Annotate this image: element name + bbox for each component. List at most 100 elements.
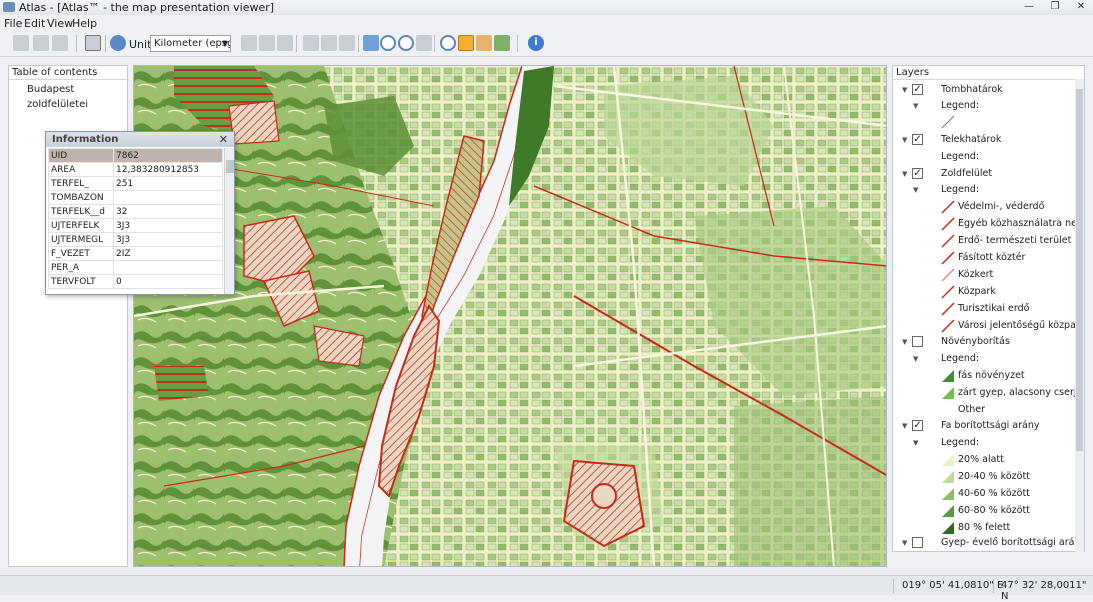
layer-name: Telekhatárok — [941, 134, 1002, 145]
menu-edit[interactable]: Edit — [24, 17, 45, 30]
legend-item-label: Egyéb közhasználatra nem sz — [958, 218, 1084, 229]
info-key: TERFELK__d — [48, 204, 114, 219]
paste-icon[interactable] — [52, 35, 68, 51]
layer-checkbox[interactable]: ✓ — [912, 134, 923, 145]
layers-scrollbar[interactable] — [1075, 79, 1084, 552]
legend-item-label: 80 % felett — [958, 522, 1011, 533]
layer-row[interactable]: ▼ ✓ Zoldfelület — [893, 166, 1073, 182]
expand-icon[interactable]: ▼ — [902, 82, 907, 98]
layers-panel: Layers ▼ ✓ Tombhatárok ▼ Legend: ▼ ✓ Tel… — [892, 65, 1085, 552]
maximize-button[interactable]: ❐ — [1043, 1, 1067, 14]
legend-row: Legend: — [893, 149, 1073, 165]
collapse-icon[interactable]: ▼ — [913, 351, 918, 367]
table-row[interactable]: PER_A — [48, 260, 223, 275]
legend-row: ▼ Legend: — [893, 435, 1073, 451]
layer-row[interactable]: ▼ ✓ Telekhatárok — [893, 132, 1073, 148]
info-key: UID — [48, 148, 114, 163]
red-hatch-swatch — [941, 217, 955, 231]
latitude-readout: 47° 32' 28,0011" N — [1001, 580, 1087, 602]
menu-view[interactable]: View — [47, 17, 73, 30]
table-row[interactable]: UJTERFELK 3J3 — [48, 218, 223, 233]
cut-icon[interactable] — [13, 35, 29, 51]
legend-item-label: 40-60 % között — [958, 488, 1030, 499]
pan-hand-icon[interactable] — [458, 35, 474, 51]
map-view[interactable] — [133, 65, 887, 567]
layer-checkbox[interactable]: ✓ — [912, 84, 923, 95]
layer-row[interactable]: ▼ Gyep- évelő borítottsági arány — [893, 535, 1084, 551]
legend-item-label: 20% alatt — [958, 454, 1004, 465]
legend-label: Legend: — [941, 353, 980, 364]
zoom-tool-icon[interactable] — [440, 35, 456, 51]
layer-row[interactable]: ▼ Növényborítás — [893, 334, 1073, 350]
remove-layer-icon[interactable] — [277, 35, 293, 51]
info-key: PER_A — [48, 260, 114, 275]
legend-item-label: 60-80 % között — [958, 505, 1030, 516]
longitude-readout: 019° 05' 41,0810" E — [902, 580, 1004, 591]
table-row[interactable]: TERFEL_ 251 — [48, 176, 223, 191]
expand-icon[interactable]: ▼ — [902, 166, 907, 182]
about-info-icon[interactable]: i — [528, 35, 544, 51]
import-icon[interactable] — [339, 35, 355, 51]
zoom-extent-icon[interactable] — [363, 35, 379, 51]
info-key: AREA — [48, 162, 114, 177]
collapse-icon[interactable]: ▼ — [913, 182, 918, 198]
expand-icon[interactable]: ▼ — [902, 418, 907, 434]
close-icon[interactable]: ✕ — [219, 133, 228, 146]
zoom-window-icon[interactable] — [416, 35, 432, 51]
layer-checkbox[interactable] — [912, 537, 923, 548]
export-icon[interactable] — [321, 35, 337, 51]
info-value: 0 — [113, 274, 223, 289]
info-value: 2IZ — [113, 246, 223, 261]
expand-icon[interactable]: ▼ — [902, 132, 907, 148]
copy-icon[interactable] — [33, 35, 49, 51]
legend-item: 40-60 % között — [893, 486, 1083, 502]
collapse-icon[interactable]: ▼ — [913, 98, 918, 114]
light-green-swatch — [942, 471, 954, 483]
menu-help[interactable]: Help — [72, 17, 97, 30]
information-scrollbar[interactable] — [224, 148, 234, 294]
menu-bar: File Edit View Help — [0, 15, 1093, 31]
information-title: Information — [46, 132, 234, 147]
zoom-in-icon[interactable] — [380, 35, 396, 51]
add-group-icon[interactable] — [259, 35, 275, 51]
expand-icon[interactable]: ▼ — [902, 535, 907, 551]
toc-item[interactable]: Budapest zoldfelületei — [25, 82, 127, 110]
globe-icon[interactable] — [110, 35, 126, 51]
layer-row[interactable]: ▼ ✓ Fa borítottsági arány — [893, 418, 1073, 434]
layer-row[interactable]: ▼ ✓ Tombhatárok — [893, 82, 1073, 98]
toolbar: Unit: Kilometer (epsg: ▼ i — [0, 31, 1093, 57]
legend-item: Egyéb közhasználatra nem sz — [893, 216, 1084, 232]
information-table: UID 7862 AREA 12,383280912853 TERFEL_ 251 T… — [48, 148, 223, 289]
table-row[interactable]: UID 7862 — [48, 148, 223, 163]
map-canvas[interactable] — [134, 66, 887, 567]
measure-icon[interactable] — [494, 35, 510, 51]
legend-item-label: Városi jelentőségű közpark — [958, 320, 1085, 331]
close-button[interactable]: ✕ — [1069, 1, 1093, 14]
print-icon[interactable] — [303, 35, 319, 51]
layer-checkbox[interactable] — [912, 336, 923, 347]
scroll-thumb[interactable] — [226, 160, 234, 173]
table-row[interactable]: TERFELK__d 32 — [48, 204, 223, 219]
layer-checkbox[interactable]: ✓ — [912, 420, 923, 431]
menu-file[interactable]: File — [4, 17, 22, 30]
minimize-button[interactable]: — — [1017, 1, 1041, 14]
table-row[interactable]: UJTERMEGL 3J3 — [48, 232, 223, 247]
info-value: 251 — [113, 176, 223, 191]
legend-swatch-row — [893, 114, 1073, 130]
table-row[interactable]: F_VEZET 2IZ — [48, 246, 223, 261]
select-info-icon[interactable] — [476, 35, 492, 51]
expand-icon[interactable]: ▼ — [902, 334, 907, 350]
table-row[interactable]: AREA 12,383280912853 — [48, 162, 223, 177]
information-window[interactable]: Information ✕ UID 7862 AREA 12,38328091285… — [45, 131, 235, 295]
legend-item: Közpark — [893, 284, 1083, 300]
unit-select[interactable]: Kilometer (epsg: ▼ — [150, 35, 231, 52]
add-layer-icon[interactable] — [241, 35, 257, 51]
collapse-icon[interactable]: ▼ — [913, 435, 918, 451]
table-of-contents-icon[interactable] — [85, 35, 101, 51]
table-row[interactable]: TOMBAZON — [48, 190, 223, 205]
legend-item: Városi jelentőségű közpark — [893, 318, 1085, 334]
table-row[interactable]: TERVFOLT 0 — [48, 274, 223, 289]
zoom-out-icon[interactable] — [398, 35, 414, 51]
layer-checkbox[interactable]: ✓ — [912, 168, 923, 179]
scroll-thumb[interactable] — [1076, 89, 1083, 451]
